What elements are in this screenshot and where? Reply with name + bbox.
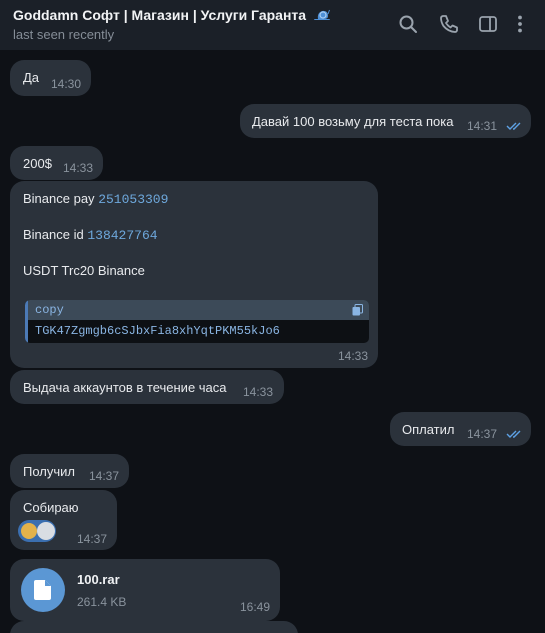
incoming-message[interactable]: Binance pay 251053309 Binance id 1384277… <box>10 181 378 368</box>
incoming-message[interactable]: Выдача аккаунтов в течение часа 14:33 <box>10 370 284 404</box>
chat-status: last seen recently <box>13 27 115 42</box>
id-line: Binance id 138427764 <box>23 227 158 243</box>
message-text: 200$ <box>23 156 52 171</box>
code-block[interactable]: copy TGK47Zgmgb6cSJbxFia8xhYqtPKM55kJo6 <box>25 300 369 343</box>
id-label: Binance id <box>23 227 84 242</box>
reaction-chip[interactable] <box>18 520 56 542</box>
file-size: 261.4 KB <box>77 595 127 609</box>
incoming-message[interactable]: 200$ 14:33 <box>10 146 103 180</box>
incoming-message[interactable]: Получил 14:37 <box>10 454 129 488</box>
incoming-message[interactable]: Собираю 14:37 <box>10 490 117 550</box>
network-text: USDT Trc20 Binance <box>23 263 145 278</box>
reactor-avatar <box>37 522 55 540</box>
id-value-link[interactable]: 138427764 <box>87 228 157 243</box>
copy-icon[interactable] <box>352 304 363 316</box>
message-time: 14:33 <box>338 349 369 363</box>
message-text: Получил <box>23 464 75 479</box>
message-list[interactable]: Да 14:30 Давай 100 возьму для теста пока… <box>0 50 545 633</box>
message-text: Оплатил <box>402 422 455 437</box>
sidebar-toggle-icon[interactable] <box>477 13 499 35</box>
message-time: 14:37 <box>89 469 120 483</box>
message-time: 14:37 <box>467 427 498 441</box>
handshake-emoji-icon <box>21 523 37 539</box>
outgoing-message[interactable]: Давай 100 возьму для теста пока 14:31 <box>240 104 531 138</box>
chat-title-text: Goddamn Софт | Магазин | Услуги Гаранта <box>13 7 307 23</box>
read-check-icon <box>506 122 521 130</box>
message-text: Выдача аккаунтов в течение часа <box>23 380 227 395</box>
chat-title[interactable]: Goddamn Софт | Магазин | Услуги Гаранта <box>13 7 331 23</box>
search-icon[interactable] <box>397 13 419 35</box>
payment-line: Binance pay 251053309 <box>23 191 168 207</box>
code-language: copy <box>35 303 64 317</box>
chat-header: Goddamn Софт | Магазин | Услуги Гаранта … <box>0 0 545 50</box>
snail-emoji-icon <box>313 9 330 20</box>
message-time: 14:33 <box>63 161 94 175</box>
file-icon <box>34 580 51 600</box>
message-time: 14:33 <box>243 385 274 399</box>
pay-value-link[interactable]: 251053309 <box>98 192 168 207</box>
message-text: Давай 100 возьму для теста пока <box>252 114 454 129</box>
message-text: Собираю <box>23 500 79 515</box>
incoming-message-partial[interactable] <box>10 621 298 633</box>
read-check-icon <box>506 430 521 438</box>
message-text: Да <box>23 70 40 85</box>
outgoing-message[interactable]: Оплатил 14:37 <box>390 412 531 446</box>
file-download-button[interactable] <box>21 568 65 612</box>
message-time: 16:49 <box>240 600 271 614</box>
message-time: 14:30 <box>51 77 82 91</box>
incoming-message[interactable]: Да 14:30 <box>10 60 91 96</box>
file-name[interactable]: 100.rar <box>77 572 120 587</box>
more-options-icon[interactable] <box>509 13 531 35</box>
code-header: copy <box>28 300 369 320</box>
message-time: 14:31 <box>467 119 498 133</box>
pay-label: Binance pay <box>23 191 95 206</box>
code-content[interactable]: TGK47Zgmgb6cSJbxFia8xhYqtPKM55kJo6 <box>35 324 280 338</box>
phone-icon[interactable] <box>438 13 460 35</box>
file-message[interactable]: 100.rar 261.4 KB 16:49 <box>10 559 280 621</box>
message-time: 14:37 <box>77 532 108 546</box>
